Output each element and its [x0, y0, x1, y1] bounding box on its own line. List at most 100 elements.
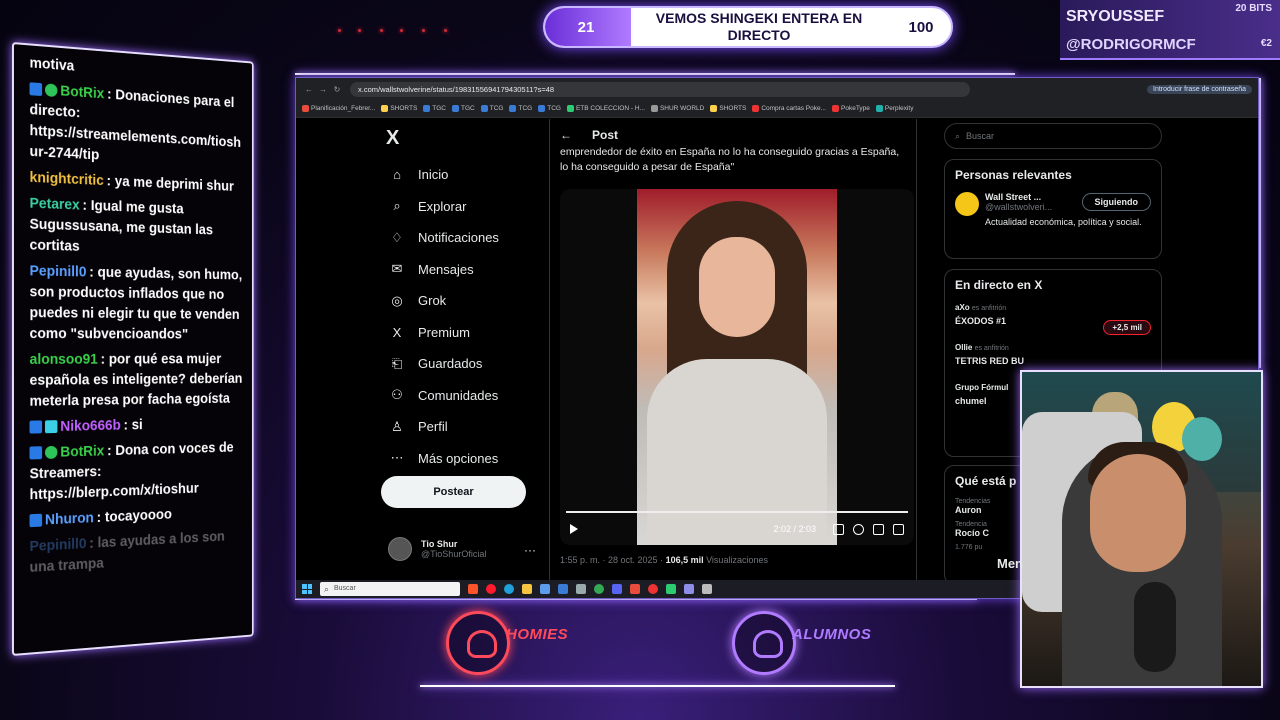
bookmark-favicon-icon: [710, 105, 718, 112]
nav-item-mensajes[interactable]: ✉ Mensajes: [388, 254, 499, 286]
post-button[interactable]: Postear: [381, 476, 526, 508]
chat-username[interactable]: knightcritic: [30, 170, 104, 189]
bookmark-label: Compra cartas Poke...: [761, 105, 826, 112]
taskbar-search[interactable]: Buscar: [320, 582, 460, 596]
nav-item-perfil[interactable]: ♙ Perfil: [388, 411, 499, 443]
bookmark-item[interactable]: Compra cartas Poke...: [752, 105, 826, 112]
nav-item-comunidades[interactable]: ⚇ Comunidades: [388, 380, 499, 412]
bookmark-item[interactable]: TCG: [480, 105, 503, 112]
chrome-icon[interactable]: [594, 584, 604, 594]
glow-line-top: [295, 73, 1015, 75]
app5-icon[interactable]: [702, 584, 712, 594]
live-listeners-pill[interactable]: +2,5 mil: [1103, 320, 1151, 335]
communities-icon: ⚇: [391, 387, 403, 403]
live-host: aXo: [955, 303, 970, 312]
store-icon[interactable]: [540, 584, 550, 594]
brave-icon[interactable]: [468, 584, 478, 594]
nav-item-más-opciones[interactable]: ⋯ Más opciones: [388, 443, 499, 475]
bookmark-item[interactable]: TGC: [423, 105, 446, 112]
relevant-title: Personas relevantes: [955, 168, 1072, 182]
address-bar[interactable]: x.com/wallstwolverine/status/19831556941…: [350, 81, 970, 97]
chat-username[interactable]: BotRix: [60, 83, 104, 102]
bookmark-item[interactable]: SHORTS: [710, 105, 746, 112]
account-switcher[interactable]: Tio Shur @TioShurOficial ···: [388, 537, 536, 561]
chat-badge-icon: [29, 82, 43, 97]
chat-username[interactable]: alonsoo91: [30, 352, 98, 368]
settings-icon[interactable]: [853, 523, 864, 535]
edge-icon[interactable]: [504, 584, 514, 594]
bookmark-item[interactable]: PokeType: [832, 105, 870, 112]
chat-text: : si: [123, 417, 143, 434]
bookmark-favicon-icon: [538, 105, 546, 112]
forward-icon[interactable]: →: [316, 85, 330, 94]
bookmark-item[interactable]: SHUR WORLD: [650, 105, 704, 112]
bookmark-label: SHORTS: [719, 105, 747, 112]
homies-logo: HOMIES: [446, 608, 568, 678]
chat-username[interactable]: Pepinill0: [30, 263, 87, 280]
chat-message: BotRix: Donaciones para el directo: http…: [29, 79, 246, 173]
chat-username[interactable]: BotRix: [60, 444, 104, 461]
bookmark-favicon-icon: [509, 105, 517, 112]
chat-username[interactable]: Pepinill0: [30, 536, 87, 555]
webcam-feed: [1020, 370, 1263, 688]
bookmark-item[interactable]: TCG: [509, 105, 532, 112]
post-meta: 1:55 p. m. · 28 oct. 2025 · 106,5 mil Vi…: [560, 555, 768, 565]
alert-user-1: SRYOUSSEF: [1066, 8, 1165, 25]
live-title: TETRIS RED BU: [955, 356, 1025, 366]
bookmark-item[interactable]: ETB COLECCION - H...: [566, 105, 645, 112]
nav-item-premium[interactable]: X Premium: [388, 317, 499, 349]
bookmark-item[interactable]: Planificación_Febrer...: [302, 105, 375, 112]
following-button[interactable]: Siguiendo: [1081, 193, 1151, 211]
bookmark-item[interactable]: SHORTS: [381, 105, 417, 112]
windows-start-icon[interactable]: [302, 584, 312, 594]
chat-username[interactable]: Petarex: [30, 196, 80, 214]
more-icon: ⋯: [390, 450, 404, 466]
nav-item-explorar[interactable]: ⌕ Explorar: [388, 191, 499, 223]
pip-icon[interactable]: [873, 523, 884, 535]
nav-label: Perfil: [418, 419, 448, 435]
back-icon[interactable]: ←: [302, 85, 316, 94]
chat-message: alonsoo91: por qué esa mujer española es…: [30, 350, 246, 413]
pokeball-icon[interactable]: [648, 584, 658, 594]
alert-user-2: @RODRIGORMCF: [1066, 36, 1196, 53]
more-dots-icon[interactable]: ···: [524, 543, 536, 557]
x-sidebar-nav: ⌂ Inicio ⌕ Explorar ♢ Notificaciones ✉ Mensajes…: [388, 159, 499, 474]
back-arrow-icon[interactable]: ←: [560, 128, 572, 142]
bookmark-label: SHORTS: [390, 105, 418, 112]
bookmark-item[interactable]: Perplexity: [875, 105, 913, 112]
discord-icon[interactable]: [612, 584, 622, 594]
bookmark-label: TGC: [432, 105, 447, 112]
app-icon[interactable]: [558, 584, 568, 594]
alumnos-logo: ALUMNOS: [732, 608, 871, 678]
play-icon[interactable]: [570, 524, 578, 534]
nav-label: Premium: [418, 324, 471, 340]
x-search-input[interactable]: ⌕ Buscar: [944, 123, 1162, 149]
password-prompt-button[interactable]: Introducir frase de contraseña: [1147, 84, 1252, 94]
app4-icon[interactable]: [684, 584, 694, 594]
red-light-strip: [336, 24, 452, 38]
opera-icon[interactable]: [486, 584, 496, 594]
bookmark-item[interactable]: TGC: [452, 105, 475, 112]
nav-item-inicio[interactable]: ⌂ Inicio: [388, 159, 499, 191]
goal-title: VEMOS SHINGEKI ENTERA EN DIRECTO: [655, 10, 863, 43]
steam-icon[interactable]: [576, 584, 586, 594]
live-item[interactable]: Ollie es anfitrión TETRIS RED BU: [955, 342, 1151, 368]
post-header-title: Post: [592, 128, 619, 142]
chat-username[interactable]: Niko666b: [60, 418, 120, 435]
reload-icon[interactable]: ↻: [330, 85, 344, 94]
bookmark-item[interactable]: TCG: [538, 105, 561, 112]
video-progress-bar[interactable]: [566, 511, 908, 513]
chat-message: BotRix: Dona con voces de Streamers: htt…: [29, 438, 246, 506]
nav-item-grok[interactable]: ◎ Grok: [388, 285, 499, 317]
app3-icon[interactable]: [666, 584, 676, 594]
app2-icon[interactable]: [630, 584, 640, 594]
nav-item-guardados[interactable]: ⎗ Guardados: [388, 348, 499, 380]
fullscreen-icon[interactable]: [893, 523, 904, 535]
x-logo-icon[interactable]: X: [386, 127, 399, 150]
nav-item-notificaciones[interactable]: ♢ Notificaciones: [388, 222, 499, 254]
volume-icon[interactable]: [833, 523, 844, 535]
search-icon: ⌕: [393, 198, 401, 214]
video-player[interactable]: 2:02 / 2:03: [560, 189, 914, 545]
chat-username[interactable]: Nhuron: [45, 510, 94, 528]
folder-icon[interactable]: [522, 584, 532, 594]
